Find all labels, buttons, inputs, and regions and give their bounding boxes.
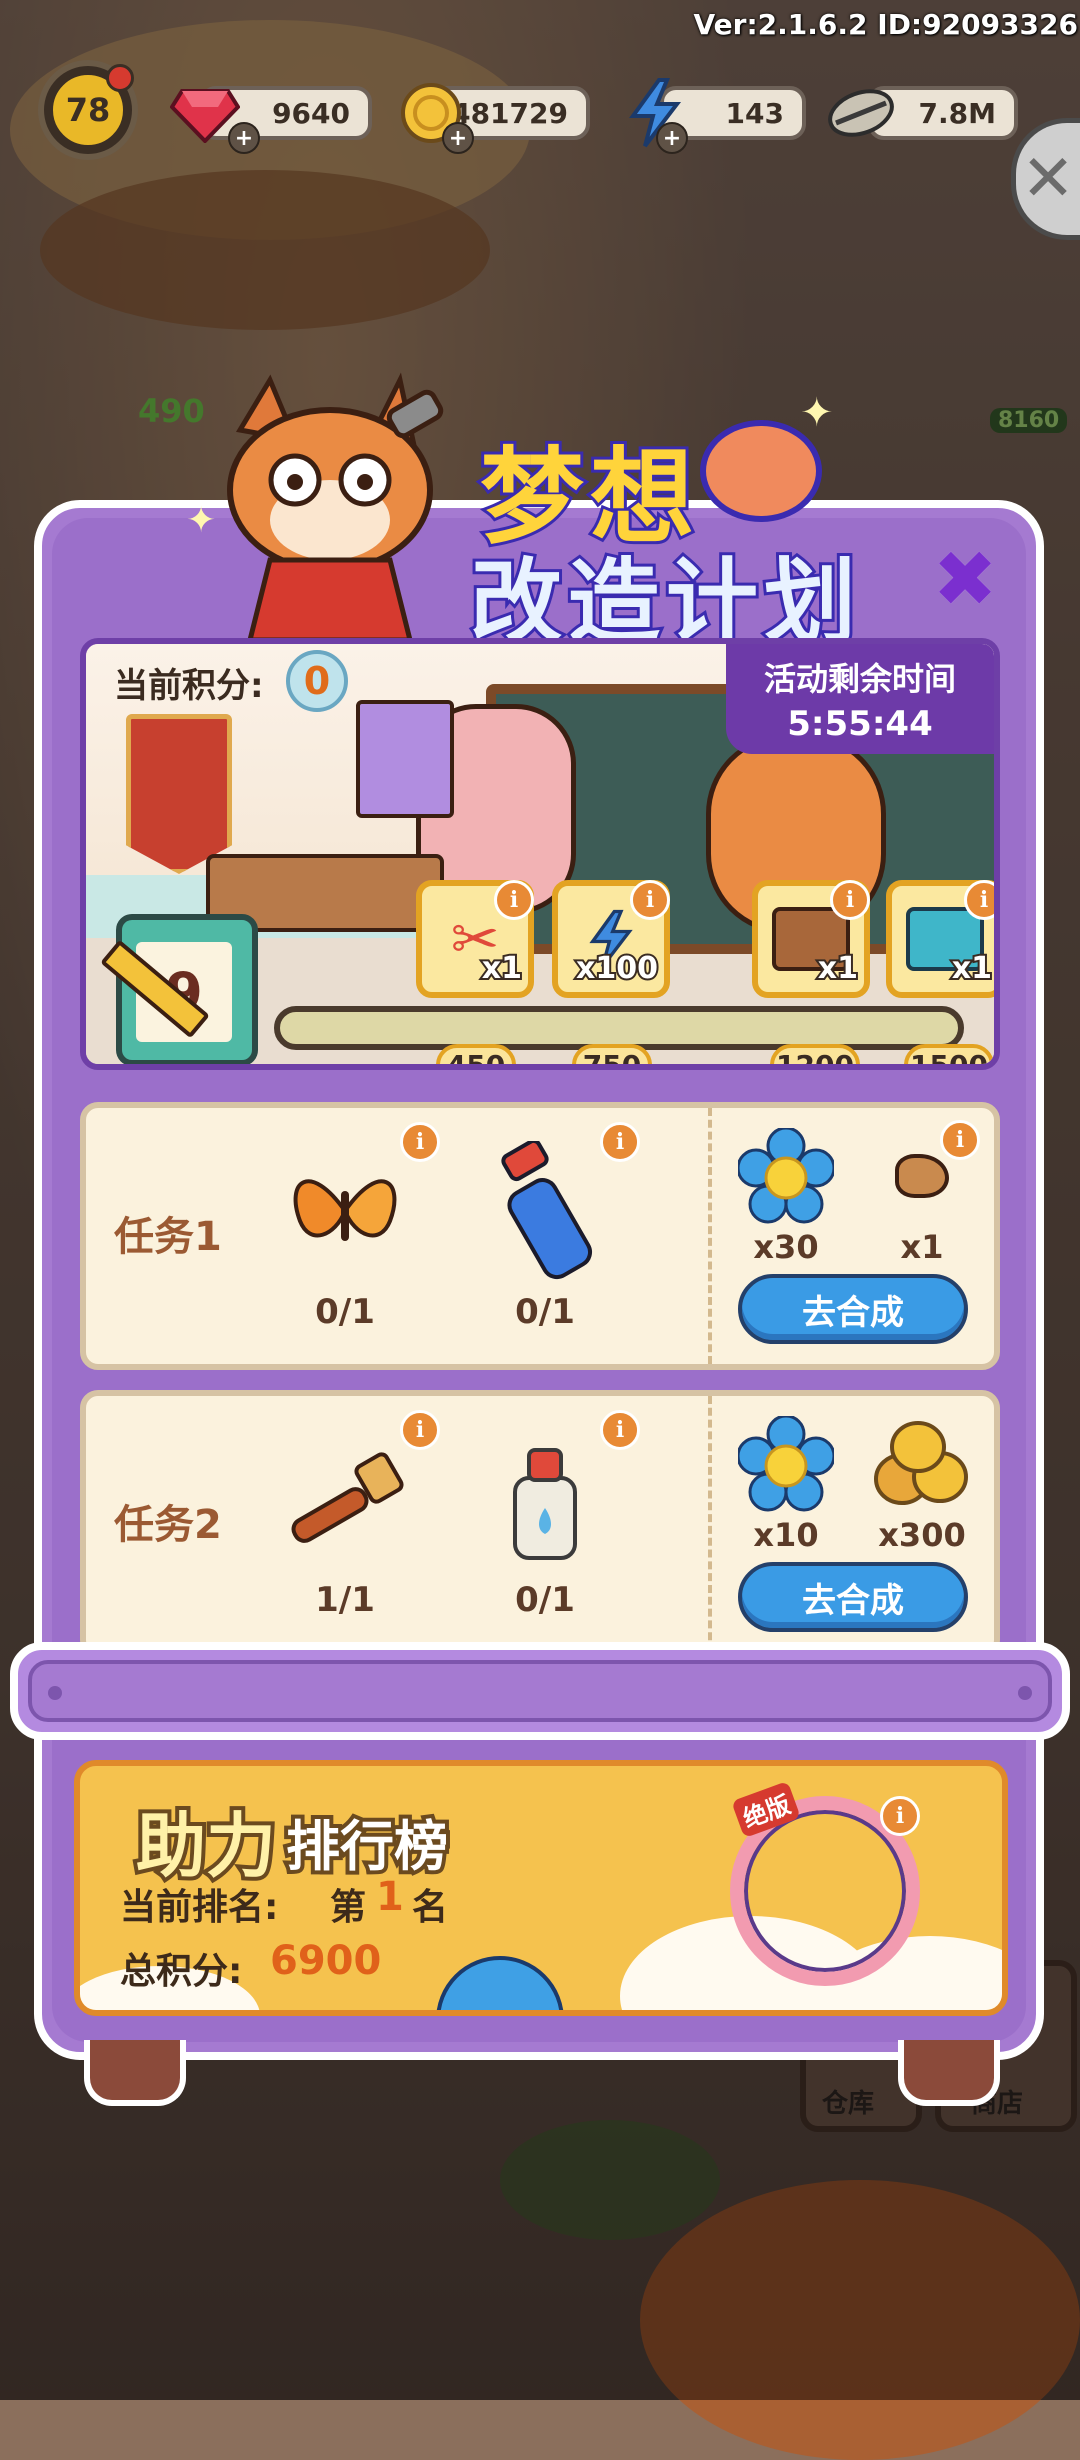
reward-count: x1 — [900, 1228, 944, 1266]
task-progress: 0/1 — [315, 1292, 375, 1332]
timer-value: 5:55:44 — [787, 704, 933, 744]
task-progress: 1/1 — [315, 1580, 375, 1620]
ranking-panel[interactable]: 助力 排行榜 当前排名: 第 1 名 总积分: 6900 绝版 i — [74, 1760, 1008, 2016]
reward-count: x300 — [878, 1516, 966, 1554]
gems-add-button[interactable]: + — [228, 122, 260, 154]
shelf-divider — [10, 1642, 1070, 1740]
reward-quantity: x100 — [574, 949, 660, 988]
info-icon[interactable]: i — [494, 880, 534, 920]
rank-prefix: 第 — [330, 1887, 367, 1928]
cabinet-leg — [898, 2040, 1000, 2106]
gems-value: 9640 — [272, 96, 350, 130]
rank-suffix: 名 — [412, 1887, 449, 1928]
task-reward[interactable] — [872, 1414, 972, 1514]
version-label: Ver:2.1.6.2 ID:92093326 — [693, 8, 1078, 41]
reward-count: x10 — [753, 1516, 819, 1554]
go-merge-button[interactable]: 去合成 — [738, 1274, 968, 1344]
milestone-score: 1200 — [770, 1044, 860, 1064]
water-bottle-icon — [513, 1448, 577, 1560]
milestone-reward-1[interactable]: ✂ x1 i — [416, 880, 534, 998]
crumb-icon — [895, 1154, 949, 1198]
current-rank-value: 1 — [376, 1874, 404, 1920]
info-icon[interactable]: i — [830, 880, 870, 920]
task-item[interactable]: i — [270, 1410, 440, 1574]
current-score-value: 0 — [286, 650, 348, 712]
timer-label: 活动剩余时间 — [763, 660, 956, 698]
energy-add-button[interactable]: + — [656, 122, 688, 154]
seeds-value: 7.8M — [918, 96, 996, 130]
blue-flower-icon — [436, 1956, 564, 2010]
paint-brush-icon — [291, 1452, 404, 1543]
coins-add-button[interactable]: + — [442, 122, 474, 154]
coin-stack-icon — [874, 1421, 968, 1505]
task-reward[interactable] — [736, 1126, 836, 1226]
reward-quantity: x1 — [950, 949, 994, 988]
screw — [1018, 1686, 1032, 1700]
task-reward[interactable] — [736, 1414, 836, 1514]
milestone-reward-4[interactable]: x1 i — [886, 880, 994, 998]
event-banner: 当前积分: 0 活动剩余时间 5:55:44 9 ✂ x1 i x100 i x… — [80, 638, 1000, 1070]
task-card-2: 任务2 i 1/1 i 0/1 x10 x300 去合成 — [80, 1390, 1000, 1658]
coins-value: 481729 — [451, 96, 568, 130]
ranking-title: 助力 — [132, 1801, 280, 1891]
info-icon[interactable]: i — [880, 1796, 920, 1836]
close-icon: ✕ — [1021, 142, 1075, 216]
energy-value: 143 — [725, 96, 784, 130]
info-icon[interactable]: i — [964, 880, 994, 920]
current-score-label: 当前积分: — [114, 666, 264, 706]
milestone-reward-2[interactable]: x100 i — [552, 880, 670, 998]
task-card-1: 任务1 i 0/1 i 0/1 x30 i x1 去合成 — [80, 1102, 1000, 1370]
info-icon[interactable]: i — [400, 1122, 440, 1162]
notification-dot — [106, 64, 134, 92]
sparkle-icon: ✦ — [186, 500, 217, 541]
butterfly-icon — [293, 1179, 397, 1241]
reward-quantity: x1 — [480, 949, 524, 988]
task-reward[interactable]: i — [872, 1120, 980, 1226]
sparkle-icon: ✦ — [800, 390, 834, 436]
close-icon: ✖ — [932, 535, 998, 625]
spray-bottle-icon — [501, 1141, 593, 1280]
go-merge-button[interactable]: 去合成 — [738, 1562, 968, 1632]
task-item[interactable]: i — [470, 1410, 640, 1574]
reward-count: x30 — [753, 1228, 819, 1266]
squirrel-mascot — [200, 370, 460, 643]
milestone-score: 1500 — [904, 1044, 994, 1064]
blue-flower-icon — [738, 1416, 834, 1512]
milestone-score: 450 — [436, 1044, 516, 1064]
info-icon[interactable]: i — [600, 1122, 640, 1162]
task-title: 任务1 — [114, 1214, 222, 1260]
task-title: 任务2 — [114, 1502, 222, 1548]
milestone-reward-3[interactable]: x1 i — [752, 880, 870, 998]
event-timer: 活动剩余时间 5:55:44 — [726, 644, 994, 754]
ranking-subtitle: 排行榜 — [282, 1811, 452, 1882]
dialog-close-button[interactable]: ✖ — [925, 535, 1005, 625]
milestone-score: 750 — [572, 1044, 652, 1064]
player-level-badge[interactable]: 78 — [38, 60, 138, 160]
divider — [708, 1108, 712, 1364]
task-item[interactable]: i — [470, 1122, 640, 1286]
sunflower-seed-icon — [826, 78, 896, 148]
info-icon[interactable]: i — [630, 880, 670, 920]
task-progress: 0/1 — [515, 1292, 575, 1332]
reward-quantity: x1 — [816, 949, 860, 988]
divider — [708, 1396, 712, 1652]
info-icon[interactable]: i — [940, 1120, 980, 1160]
calendar-board — [356, 700, 454, 818]
screw — [48, 1686, 62, 1700]
total-score-value: 6900 — [270, 1938, 382, 1984]
shelf-board — [28, 1660, 1052, 1722]
trophy-pennant — [126, 714, 232, 874]
task-item[interactable]: i — [270, 1122, 440, 1286]
total-score-label: 总积分: — [120, 1951, 243, 1992]
task-progress: 0/1 — [515, 1580, 575, 1620]
cabinet-leg — [84, 2040, 186, 2106]
info-icon[interactable]: i — [400, 1410, 440, 1450]
current-rank-label: 当前排名: — [120, 1887, 279, 1928]
blue-flower-icon — [738, 1128, 834, 1224]
info-icon[interactable]: i — [600, 1410, 640, 1450]
